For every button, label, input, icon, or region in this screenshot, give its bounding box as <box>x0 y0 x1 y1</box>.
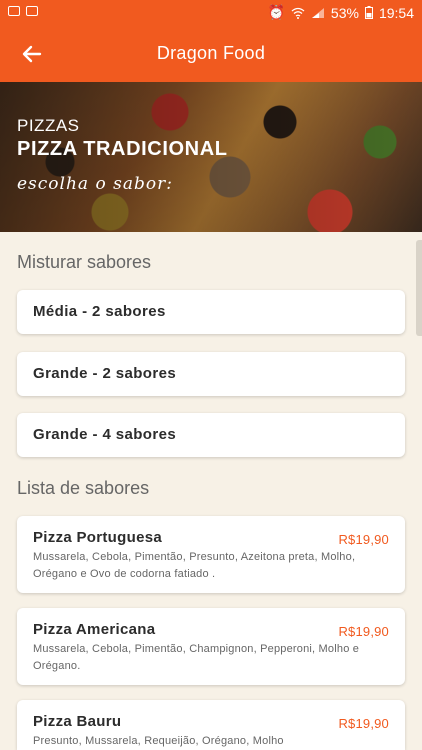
flavor-description: Mussarela, Cebola, Pimentão, Champignon,… <box>33 643 360 672</box>
mix-option-medium-2[interactable]: Média - 2 sabores <box>17 290 405 334</box>
flavor-description: Mussarela, Cebola, Pimentão, Presunto, A… <box>33 551 356 580</box>
scroll-indicator[interactable] <box>416 240 422 336</box>
mix-option-label: Grande - 2 sabores <box>33 365 177 382</box>
flavor-item-portuguesa[interactable]: Pizza Portuguesa R$19,90 Mussarela, Cebo… <box>17 516 405 593</box>
clock: 19:54 <box>378 4 414 21</box>
flavor-description: Presunto, Mussarela, Requeijão, Orégano,… <box>33 735 284 747</box>
product-name: PIZZA TRADICIONAL <box>17 138 228 160</box>
sd-card-icon <box>26 6 38 16</box>
mix-option-large-4[interactable]: Grande - 4 sabores <box>17 413 405 457</box>
signal-icon <box>311 7 324 18</box>
flavor-name: Pizza Bauru <box>33 713 122 730</box>
mix-option-label: Grande - 4 sabores <box>33 426 177 443</box>
wifi-icon <box>291 7 305 19</box>
flavor-name: Pizza Americana <box>33 621 156 638</box>
flavor-item-bauru[interactable]: Pizza Bauru R$19,90 Presunto, Mussarela,… <box>17 700 405 750</box>
section-title-mix: Misturar sabores <box>17 252 152 272</box>
section-title-flavors: Lista de sabores <box>17 478 150 498</box>
app-bar: Dragon Food <box>0 26 422 82</box>
mix-option-label: Média - 2 sabores <box>33 303 166 320</box>
choose-flavor-label: escolha o sabor: <box>17 174 173 194</box>
mix-option-large-2[interactable]: Grande - 2 sabores <box>17 352 405 396</box>
flavor-price: R$19,90 <box>338 716 389 731</box>
flavor-item-americana[interactable]: Pizza Americana R$19,90 Mussarela, Cebol… <box>17 608 405 685</box>
category-label: PIZZAS <box>17 116 80 135</box>
battery-percent: 53% <box>330 4 359 21</box>
app-title: Dragon Food <box>156 43 266 63</box>
battery-icon <box>364 6 373 19</box>
flavor-name: Pizza Portuguesa <box>33 529 162 546</box>
flavor-price: R$19,90 <box>338 532 389 547</box>
alarm-icon: ⏰ <box>267 4 285 20</box>
status-bar: ⏰ 53% 19:54 <box>0 0 422 26</box>
image-notification-icon <box>8 6 20 16</box>
flavor-price: R$19,90 <box>338 624 389 639</box>
product-banner: PIZZAS PIZZA TRADICIONAL escolha o sabor… <box>0 82 422 232</box>
